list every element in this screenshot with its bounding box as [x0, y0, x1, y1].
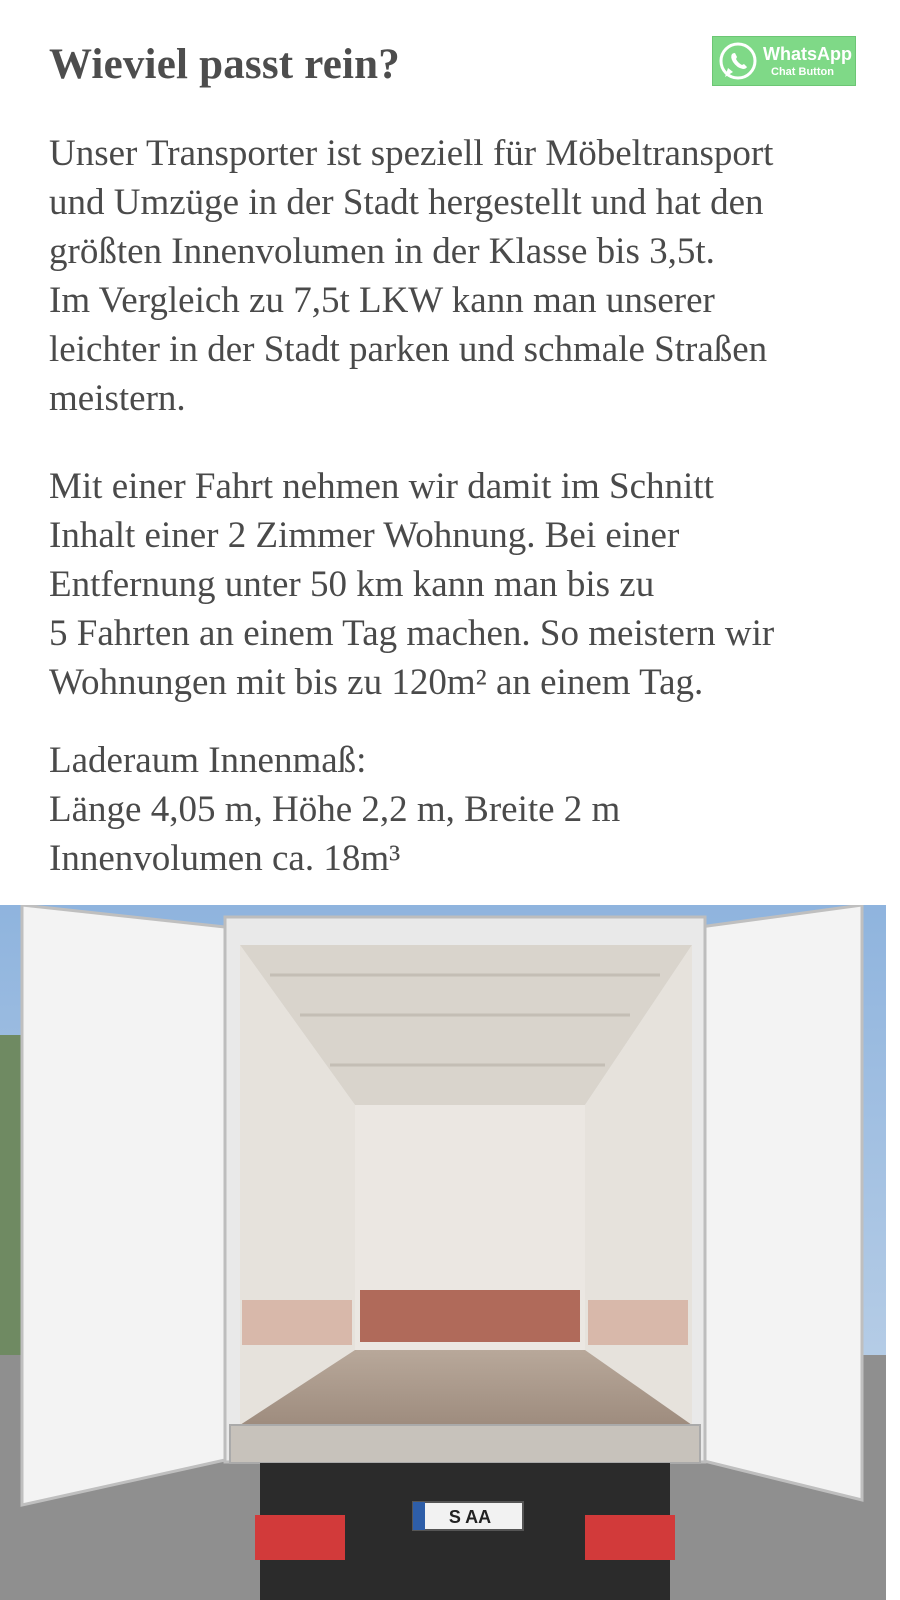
whatsapp-sublabel: Chat Button — [771, 65, 834, 78]
text-line: leichter in der Stadt parken und schmale… — [49, 329, 768, 370]
specs-volume: Innenvolumen ca. 18m³ — [49, 838, 401, 879]
whatsapp-chat-button[interactable]: WhatsApp Chat Button — [712, 36, 856, 86]
truck-cargo-photo: S AA — [0, 905, 886, 1600]
whatsapp-label: WhatsApp — [763, 43, 852, 64]
whatsapp-icon — [719, 42, 757, 80]
text-line: Unser Transporter ist speziell für Möbel… — [49, 133, 774, 174]
text-line: Wohnungen mit bis zu 120m² an einem Tag. — [49, 662, 704, 703]
text-line: Im Vergleich zu 7,5t LKW kann man unsere… — [49, 280, 715, 321]
specs-heading: Laderaum Innenmaß: — [49, 740, 367, 781]
text-line: Inhalt einer 2 Zimmer Wohnung. Bei einer — [49, 515, 680, 556]
text-line: 5 Fahrten an einem Tag machen. So meiste… — [49, 613, 775, 654]
text-line: größten Innenvolumen in der Klasse bis 3… — [49, 231, 715, 272]
cargo-specs: Laderaum Innenmaß: Länge 4,05 m, Höhe 2,… — [49, 736, 620, 883]
text-line: und Umzüge in der Stadt hergestellt und … — [49, 182, 764, 223]
text-line: meistern. — [49, 378, 186, 419]
page-title: Wieviel passt rein? — [49, 41, 400, 88]
capacity-paragraph: Mit einer Fahrt nehmen wir damit im Schn… — [49, 462, 774, 707]
text-line: Mit einer Fahrt nehmen wir damit im Schn… — [49, 466, 714, 507]
license-plate-text: S AA — [449, 1507, 491, 1527]
specs-dimensions: Länge 4,05 m, Höhe 2,2 m, Breite 2 m — [49, 789, 621, 830]
intro-paragraph: Unser Transporter ist speziell für Möbel… — [49, 129, 773, 423]
text-line: Entfernung unter 50 km kann man bis zu — [49, 564, 655, 605]
